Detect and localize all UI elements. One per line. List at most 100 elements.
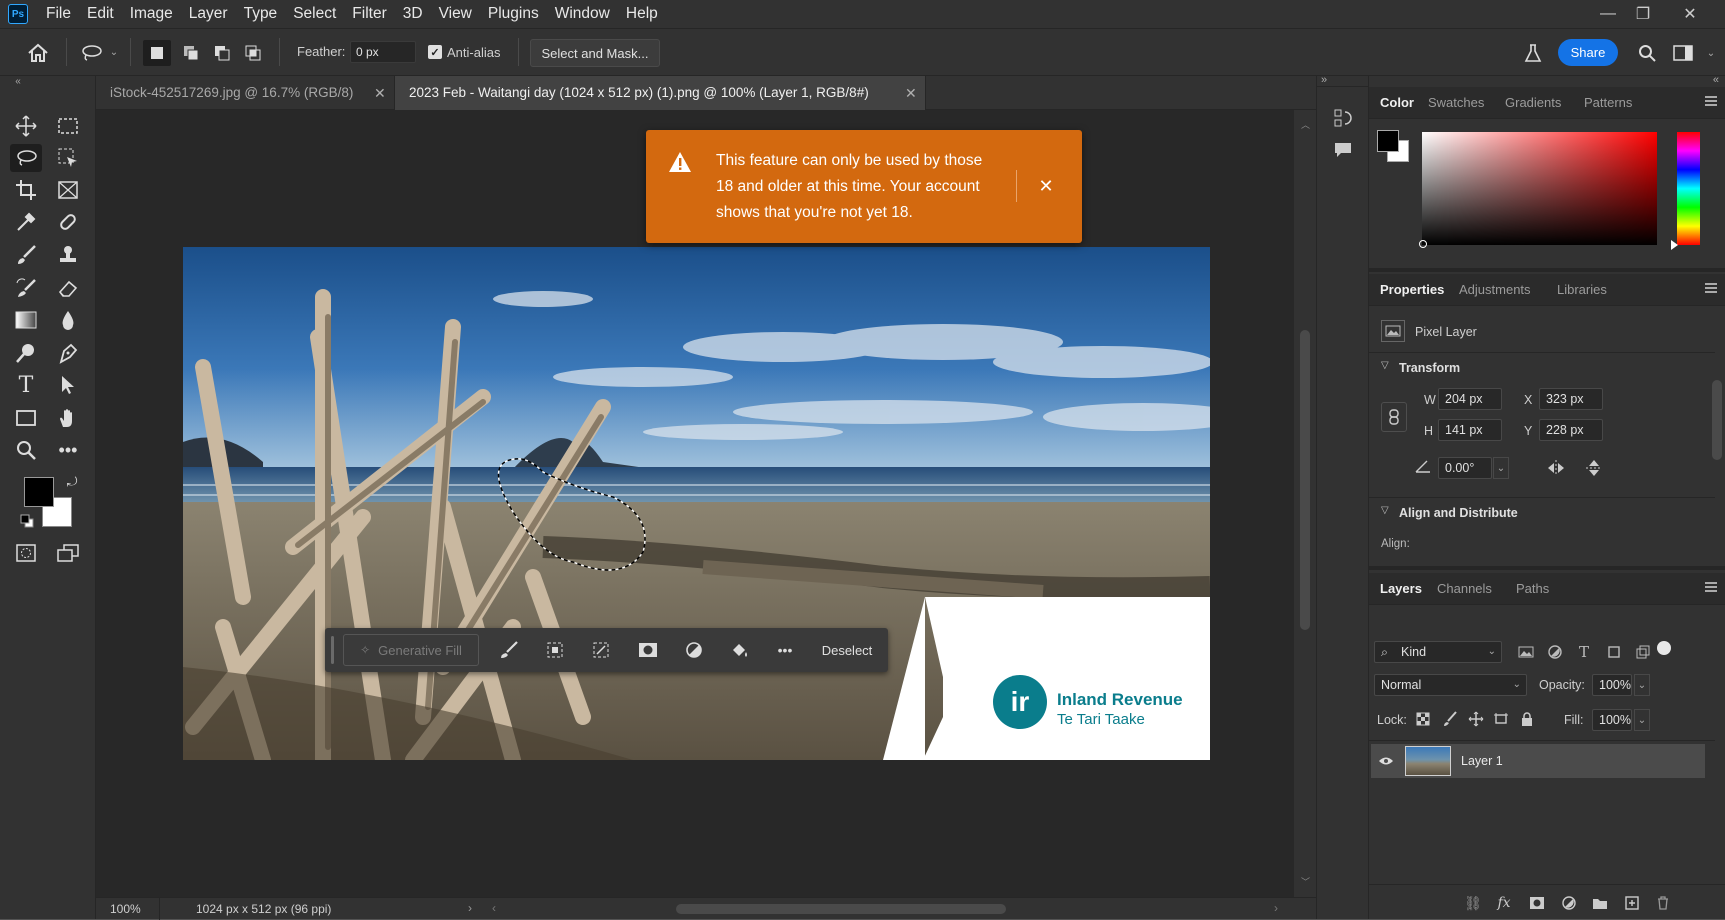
tab-channels[interactable]: Channels [1437, 573, 1492, 605]
x-input[interactable]: 323 px [1539, 388, 1603, 410]
move-tool-icon[interactable] [12, 112, 40, 140]
chevron-down-icon[interactable]: ⌄ [1634, 674, 1650, 696]
comments-icon[interactable] [1329, 136, 1357, 164]
vertical-scrollbar[interactable]: ︿ ﹀ [1294, 110, 1316, 897]
default-colors-icon[interactable] [20, 514, 34, 528]
horizontal-scroll-thumb[interactable] [676, 904, 1006, 914]
dodge-tool-icon[interactable] [12, 339, 40, 367]
chevron-right-icon[interactable]: › [1274, 901, 1278, 915]
delete-layer-icon[interactable] [1652, 893, 1674, 913]
new-adjustment-icon[interactable] [1558, 893, 1580, 913]
close-toast-button[interactable]: ✕ [1034, 174, 1058, 198]
search-icon[interactable] [1634, 40, 1660, 66]
type-tool-icon[interactable]: T [12, 371, 40, 399]
tab-istock-document[interactable]: iStock-452517269.jpg @ 16.7% (RGB/8) ✕ [96, 76, 395, 110]
tab-libraries[interactable]: Libraries [1557, 274, 1607, 306]
adjustment-icon[interactable] [680, 637, 708, 663]
new-layer-icon[interactable] [1621, 893, 1643, 913]
filter-type-icon[interactable]: T [1573, 641, 1595, 663]
eye-icon[interactable] [1377, 753, 1395, 769]
blur-tool-icon[interactable] [54, 306, 82, 334]
panel-menu-icon[interactable] [1705, 96, 1717, 108]
path-selection-icon[interactable] [54, 371, 82, 399]
more-tools-icon[interactable]: ••• [54, 436, 82, 464]
pen-tool-icon[interactable] [54, 339, 82, 367]
invert-selection-icon[interactable] [587, 637, 615, 663]
y-input[interactable]: 228 px [1539, 419, 1603, 441]
panel-menu-icon[interactable] [1705, 582, 1717, 594]
quick-mask-icon[interactable] [12, 540, 40, 566]
close-window-button[interactable]: ✕ [1667, 0, 1713, 28]
lock-pixels-icon[interactable] [1440, 709, 1460, 729]
rectangle-tool-icon[interactable] [12, 404, 40, 432]
feather-input[interactable]: 0 px [350, 41, 416, 63]
flip-horizontal-icon[interactable] [1544, 456, 1568, 480]
brush-tool-icon[interactable] [12, 241, 40, 269]
height-input[interactable]: 141 px [1438, 419, 1502, 441]
eyedropper-icon[interactable] [12, 208, 40, 236]
chevron-down-icon[interactable]: ⌄ [108, 44, 120, 60]
filter-pixel-icon[interactable] [1515, 641, 1537, 663]
collapse-toolbar-icon[interactable]: « [8, 76, 28, 87]
eraser-tool-icon[interactable] [54, 274, 82, 302]
filter-shape-icon[interactable] [1603, 641, 1625, 663]
properties-scrollbar[interactable] [1712, 356, 1722, 556]
lock-artboard-icon[interactable] [1491, 709, 1511, 729]
menu-view[interactable]: View [431, 0, 480, 28]
filter-adjustment-icon[interactable] [1544, 641, 1566, 663]
foreground-color-swatch[interactable] [1377, 130, 1399, 152]
lock-position-icon[interactable] [1466, 709, 1486, 729]
lock-transparency-icon[interactable] [1413, 709, 1433, 729]
swap-colors-icon[interactable]: ⤾ [64, 474, 80, 490]
chevron-down-icon[interactable]: ▽ [1381, 360, 1389, 371]
close-tab-icon[interactable]: ✕ [374, 76, 386, 110]
close-tab-icon[interactable]: ✕ [905, 76, 917, 110]
filter-smart-object-icon[interactable] [1632, 641, 1654, 663]
panel-menu-icon[interactable] [1705, 283, 1717, 295]
chevron-down-icon[interactable]: ⌄ [1493, 457, 1509, 479]
filter-toggle[interactable] [1657, 641, 1671, 655]
tab-properties[interactable]: Properties [1380, 274, 1444, 306]
frame-tool-icon[interactable] [54, 176, 82, 204]
workspace-icon[interactable] [1670, 40, 1696, 66]
menu-image[interactable]: Image [122, 0, 181, 28]
width-input[interactable]: 204 px [1438, 388, 1502, 410]
screen-mode-icon[interactable] [54, 540, 82, 566]
fx-icon[interactable]: fx [1493, 893, 1515, 913]
hue-slider-handle[interactable] [1671, 240, 1678, 250]
fill-input[interactable]: 100% [1592, 709, 1632, 731]
layer-filter-kind[interactable]: ⌕ Kind ⌄ [1374, 641, 1502, 663]
menu-layer[interactable]: Layer [181, 0, 236, 28]
zoom-level[interactable]: 100% [110, 902, 141, 916]
menu-window[interactable]: Window [547, 0, 618, 28]
link-layers-icon[interactable]: ⛓ [1462, 893, 1484, 913]
drag-handle[interactable] [331, 636, 334, 664]
color-picker-cursor[interactable] [1419, 240, 1427, 248]
select-and-mask-button[interactable]: Select and Mask... [530, 39, 660, 67]
chevron-down-icon[interactable]: ⌄ [1634, 709, 1650, 731]
chevron-left-icon[interactable]: ‹ [492, 901, 496, 915]
intersect-selection-icon[interactable] [239, 40, 267, 66]
flask-icon[interactable] [1520, 40, 1546, 66]
layer-name[interactable]: Layer 1 [1461, 754, 1503, 768]
zoom-tool-icon[interactable] [12, 436, 40, 464]
menu-file[interactable]: File [38, 0, 79, 28]
lasso-tool-icon[interactable] [10, 144, 42, 172]
align-section-title[interactable]: Align and Distribute [1399, 506, 1518, 520]
history-brush-icon[interactable] [12, 274, 40, 302]
tab-layers[interactable]: Layers [1380, 573, 1422, 605]
add-selection-icon[interactable] [177, 40, 205, 66]
deselect-button[interactable]: Deselect [811, 634, 883, 666]
lock-all-icon[interactable] [1517, 709, 1537, 729]
menu-help[interactable]: Help [618, 0, 666, 28]
tab-paths[interactable]: Paths [1516, 573, 1549, 605]
restore-button[interactable]: ❐ [1620, 0, 1666, 28]
document-image[interactable]: ir Inland Revenue Te Tari Taake [183, 247, 1210, 760]
flip-vertical-icon[interactable] [1582, 456, 1606, 480]
home-icon[interactable] [24, 40, 52, 66]
more-options-icon[interactable]: ••• [771, 637, 799, 663]
generative-fill-button[interactable]: ✧ Generative Fill [343, 634, 479, 666]
transform-section-title[interactable]: Transform [1399, 361, 1460, 375]
chevron-down-icon[interactable]: ⌄ [1704, 44, 1718, 62]
layer-row[interactable]: Layer 1 [1371, 744, 1705, 778]
